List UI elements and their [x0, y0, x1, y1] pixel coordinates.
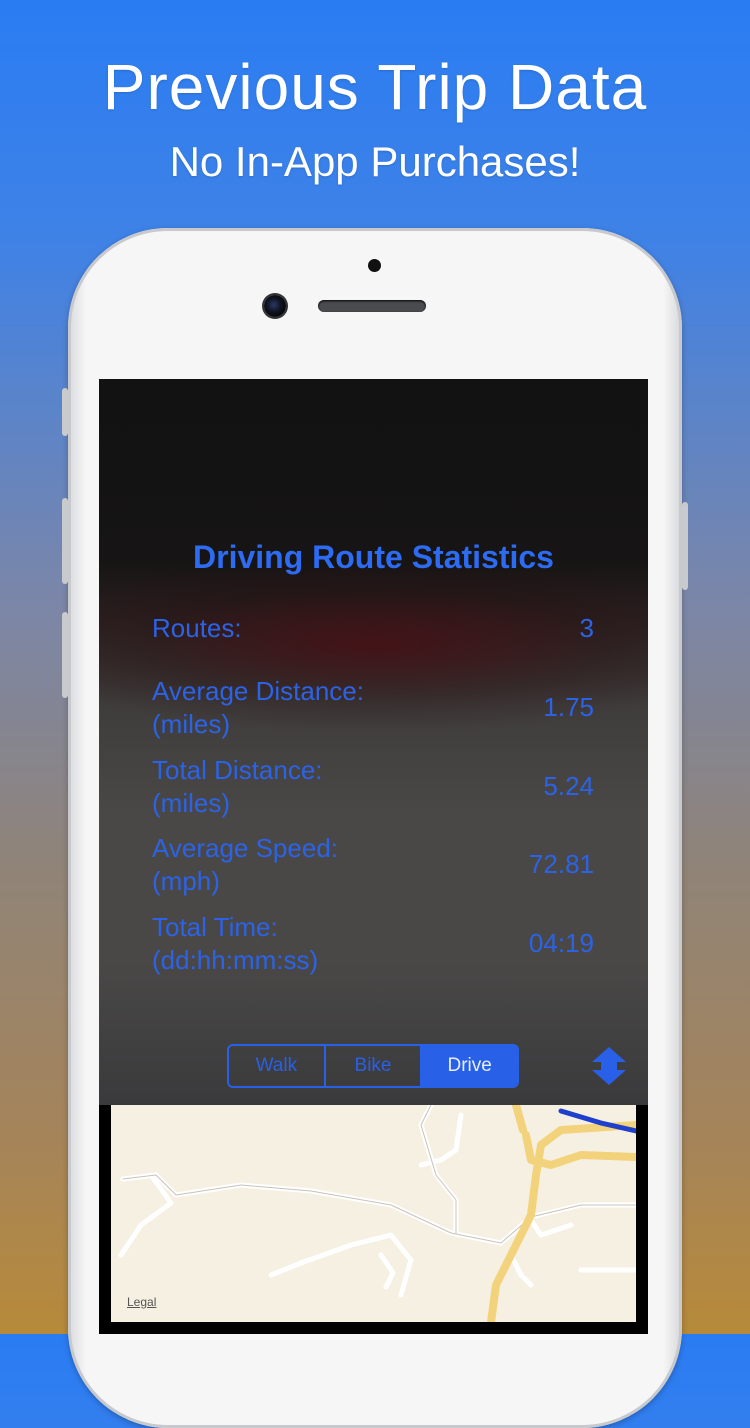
- proximity-sensor: [368, 259, 381, 272]
- map-roads: [118, 1105, 636, 1322]
- stat-value: 3: [579, 613, 594, 643]
- segment-bike[interactable]: Bike: [326, 1046, 423, 1086]
- front-camera: [264, 295, 286, 317]
- segment-drive[interactable]: Drive: [422, 1046, 517, 1086]
- stat-label: Average Speed:: [152, 833, 338, 863]
- stat-value: 04:19: [528, 928, 594, 958]
- stat-unit: (miles): [152, 709, 230, 739]
- app-screen: Driving Route Statistics Routes: 3 Avera…: [99, 379, 648, 1334]
- mute-switch: [62, 388, 68, 436]
- volume-up-button: [62, 498, 68, 584]
- map-legal-link[interactable]: Legal: [127, 1295, 156, 1309]
- mode-segmented-control: Walk Bike Drive: [227, 1044, 519, 1088]
- promo-subtitle: No In-App Purchases!: [169, 138, 581, 185]
- stat-unit: (miles): [152, 788, 230, 818]
- stat-value: 5.24: [543, 771, 594, 801]
- stat-value: 1.75: [543, 692, 594, 722]
- volume-down-button: [62, 612, 68, 698]
- stat-label: Total Time:: [152, 912, 278, 942]
- segment-walk[interactable]: Walk: [229, 1046, 326, 1086]
- expand-collapse-icon[interactable]: [588, 1045, 630, 1087]
- stat-label: Average Distance:: [152, 676, 364, 706]
- stats-title: Driving Route Statistics: [193, 539, 554, 575]
- stat-value: 72.81: [528, 849, 594, 879]
- route-map[interactable]: Legal: [111, 1105, 636, 1322]
- stat-label: Routes:: [152, 613, 242, 643]
- stat-unit: (mph): [152, 866, 220, 896]
- stat-unit: (dd:hh:mm:ss): [152, 945, 319, 975]
- earpiece-speaker: [318, 300, 426, 312]
- power-button: [682, 502, 688, 590]
- stats-panel: Driving Route Statistics Routes: 3 Avera…: [99, 379, 648, 1105]
- stat-label: Total Distance:: [152, 755, 323, 785]
- promo-title: Previous Trip Data: [102, 51, 648, 123]
